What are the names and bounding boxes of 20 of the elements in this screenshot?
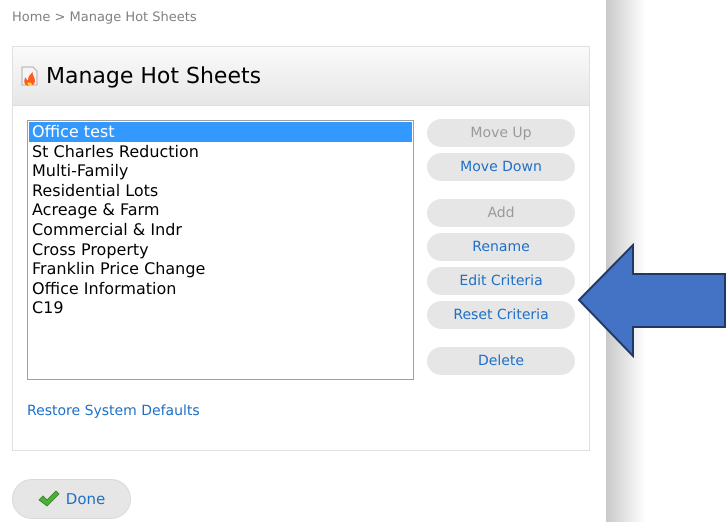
list-item[interactable]: Cross Property (29, 240, 412, 260)
done-button[interactable]: Done (12, 479, 131, 519)
restore-defaults-link[interactable]: Restore System Defaults (27, 401, 200, 422)
list-item[interactable]: Commercial & Indr (29, 220, 412, 240)
list-item[interactable]: Acreage & Farm (29, 200, 412, 220)
list-item[interactable]: C19 (29, 298, 412, 318)
action-button[interactable]: Move Down (427, 153, 575, 181)
hot-sheet-list[interactable]: Office test St Charles Reduction Multi-Family Residential Lots Acreage & Farm Commercial & Indr Cross Property Franklin Price Change Office Information C19 (27, 120, 414, 380)
list-item[interactable]: Residential Lots (29, 180, 412, 200)
checkmark-icon (38, 490, 60, 508)
action-button[interactable]: Rename (427, 233, 575, 261)
action-button[interactable]: Edit Criteria (427, 267, 575, 295)
panel-title: Manage Hot Sheets (46, 62, 262, 90)
list-item[interactable]: Multi-Family (29, 161, 412, 181)
list-item[interactable]: Franklin Price Change (29, 259, 412, 279)
list-item[interactable]: Office Information (29, 278, 412, 298)
list-item[interactable]: St Charles Reduction (29, 142, 412, 162)
breadcrumb: Home > Manage Hot Sheets (12, 9, 198, 27)
action-button[interactable]: Delete (427, 347, 575, 375)
action-button[interactable]: Reset Criteria (427, 301, 575, 329)
